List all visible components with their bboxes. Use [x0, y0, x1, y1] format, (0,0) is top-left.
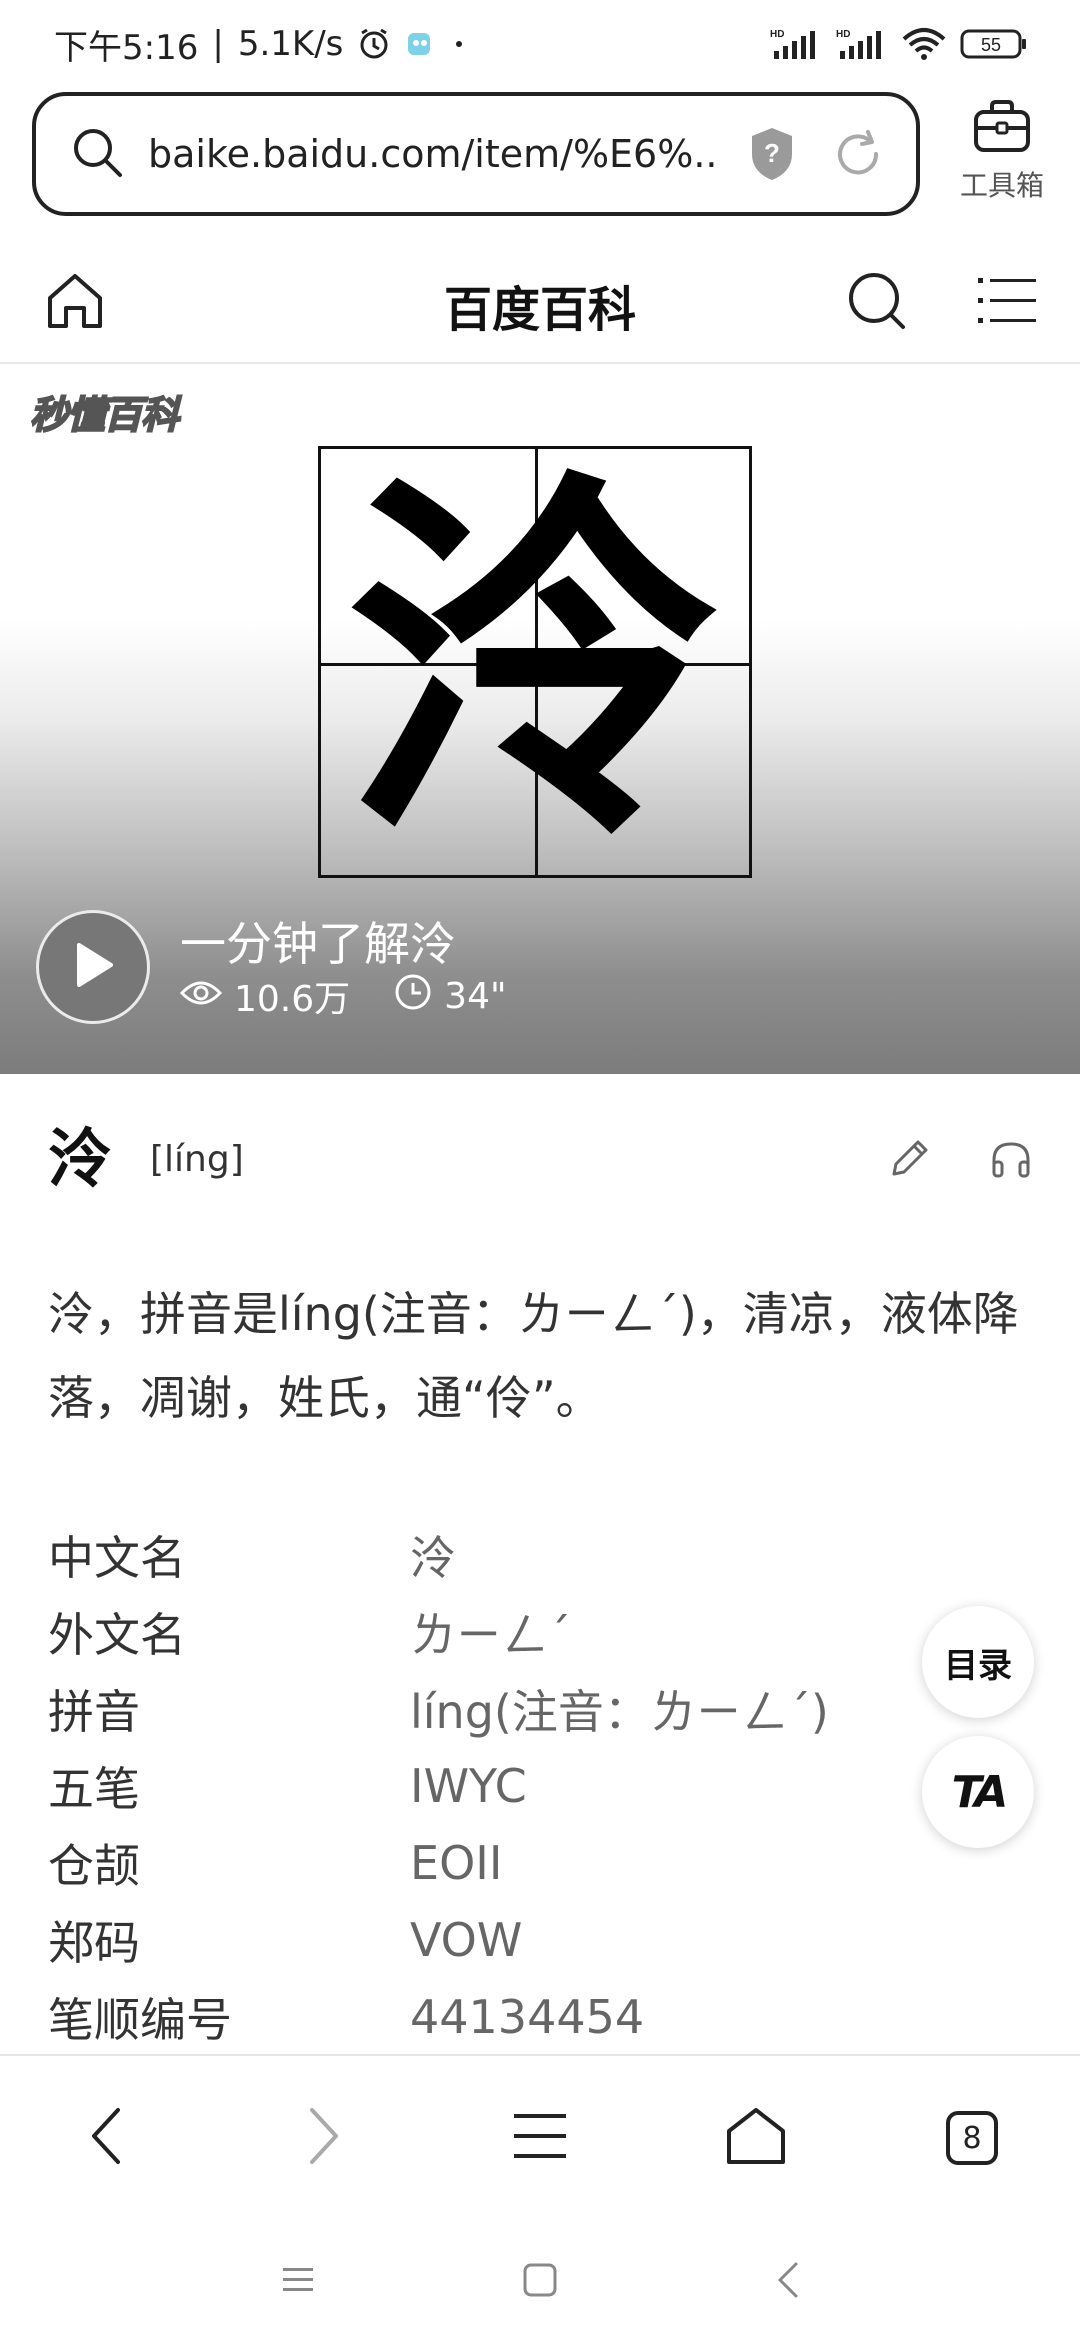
- status-right: HD HD 55: [770, 27, 1028, 61]
- hamburger-icon: [512, 2110, 568, 2166]
- search-icon: [68, 123, 126, 185]
- clock-icon: [394, 973, 432, 1020]
- address-bar-row: baike.baidu.com/item/%E6%... ? 工具箱: [32, 92, 1052, 218]
- app-notification-icon: [405, 29, 435, 59]
- square-icon: [522, 2262, 558, 2302]
- svg-text:HD: HD: [836, 29, 850, 40]
- back-button[interactable]: [70, 2102, 142, 2174]
- menu-icon[interactable]: [978, 274, 1036, 332]
- signal-2-icon: HD: [836, 27, 888, 61]
- chevron-left-icon: [86, 2106, 126, 2170]
- entry-pinyin: [líng]: [150, 1139, 244, 1180]
- edit-icon[interactable]: [886, 1136, 932, 1186]
- info-key: 仓颉: [48, 1838, 140, 1893]
- info-key: 中文名: [48, 1530, 186, 1585]
- eye-icon: [179, 976, 223, 1017]
- entry-character: 泠: [48, 1123, 112, 1197]
- info-value: 44134454: [410, 1989, 645, 2044]
- status-dot-icon: [449, 34, 469, 54]
- character-grid: 泠: [318, 446, 752, 878]
- info-row: 外文名 ㄌㄧㄥˊ: [48, 1593, 908, 1670]
- video-duration: 34": [394, 973, 507, 1020]
- tabs-button[interactable]: 8: [936, 2102, 1008, 2174]
- search-icon[interactable]: [846, 270, 908, 336]
- svg-text:HD: HD: [770, 29, 784, 40]
- video-title[interactable]: 一分钟了解泠: [180, 908, 456, 974]
- battery-level: 55: [981, 35, 1001, 55]
- info-row: 五笔 IWYC: [48, 1747, 908, 1824]
- status-net-speed: 5.1K/s: [237, 24, 344, 64]
- status-separator: |: [212, 24, 224, 64]
- info-row: 笔顺编号 44134454: [48, 1978, 908, 2055]
- entry-header: 泠 [líng]: [48, 1120, 1038, 1200]
- basic-info-table: 中文名 泠 外文名 ㄌㄧㄥˊ 拼音 líng(注音：ㄌㄧㄥˊ) 五笔 IWYC …: [48, 1516, 908, 2055]
- play-button[interactable]: [36, 910, 150, 1024]
- toolbox-icon: [970, 100, 1034, 160]
- info-value: IWYC: [410, 1758, 527, 1813]
- info-value: ㄌㄧㄥˊ: [410, 1607, 571, 1662]
- refresh-icon[interactable]: [832, 128, 884, 184]
- info-row: 仓颉 EOII: [48, 1824, 908, 1901]
- home-button[interactable]: [720, 2102, 792, 2174]
- info-key: 五笔: [48, 1761, 140, 1816]
- hero-character: 泠: [345, 438, 725, 885]
- info-row: 中文名 泠: [48, 1516, 908, 1593]
- info-key: 郑码: [48, 1915, 140, 1970]
- info-row: 拼音 líng(注音：ㄌㄧㄥˊ): [48, 1670, 908, 1747]
- back-arrow-icon: [774, 2260, 802, 2304]
- security-shield-icon[interactable]: ?: [748, 126, 796, 186]
- toolbox-label: 工具箱: [959, 169, 1044, 202]
- system-recents-button[interactable]: [270, 2254, 326, 2310]
- system-back-button[interactable]: [760, 2254, 816, 2310]
- info-value: líng(注音：ㄌㄧㄥˊ): [410, 1684, 829, 1739]
- system-home-button[interactable]: [512, 2254, 568, 2310]
- info-key: 笔顺编号: [48, 1992, 232, 2047]
- menu-button[interactable]: [504, 2102, 576, 2174]
- signal-1-icon: HD: [770, 27, 822, 61]
- site-title[interactable]: 百度百科: [0, 270, 1080, 340]
- browser-toolbar: 8: [0, 2054, 1080, 2218]
- info-value: 泠: [410, 1530, 456, 1585]
- info-value: EOII: [410, 1835, 503, 1890]
- home-icon: [725, 2107, 787, 2169]
- status-left: 下午5:16 | 5.1K/s: [54, 20, 469, 69]
- tab-count: 8: [946, 2111, 998, 2165]
- info-key: 拼音: [48, 1684, 140, 1739]
- views-count: 10.6万: [234, 979, 351, 1020]
- battery-icon: 55: [960, 27, 1028, 61]
- entry-summary: 泠，拼音是líng(注音：ㄌㄧㄥˊ)，清凉，液体降落，凋谢，姓氏，通“伶”。: [48, 1287, 1019, 1425]
- alarm-icon: [357, 27, 391, 61]
- status-bar: 下午5:16 | 5.1K/s HD HD 55: [0, 0, 1080, 88]
- video-meta: 10.6万 34": [179, 970, 551, 1022]
- duration-text: 34": [444, 975, 507, 1017]
- status-time: 下午5:16: [54, 27, 199, 68]
- chevron-right-icon: [304, 2106, 344, 2170]
- video-views: 10.6万: [179, 970, 351, 1022]
- hero-video[interactable]: 秒懂百科 泠 一分钟了解泠 10.6万 34": [0, 366, 1080, 1074]
- toc-button[interactable]: 目录: [922, 1606, 1034, 1718]
- svg-text:?: ?: [764, 138, 780, 168]
- forward-button[interactable]: [288, 2102, 360, 2174]
- site-header: 百度百科: [0, 240, 1080, 364]
- headphones-icon[interactable]: [988, 1136, 1034, 1186]
- hero-logo: 秒懂百科: [29, 392, 180, 438]
- info-row: 郑码 VOW: [48, 1901, 908, 1978]
- text-size-button[interactable]: TA: [922, 1736, 1034, 1848]
- wifi-icon: [902, 27, 946, 61]
- info-key: 外文名: [48, 1607, 186, 1662]
- toolbox-button[interactable]: 工具箱: [952, 98, 1052, 204]
- play-icon: [71, 941, 115, 993]
- info-value: VOW: [410, 1912, 523, 1967]
- url-text[interactable]: baike.baidu.com/item/%E6%...: [148, 132, 718, 176]
- recents-icon: [281, 2265, 315, 2299]
- system-nav-bar: [0, 2218, 1080, 2340]
